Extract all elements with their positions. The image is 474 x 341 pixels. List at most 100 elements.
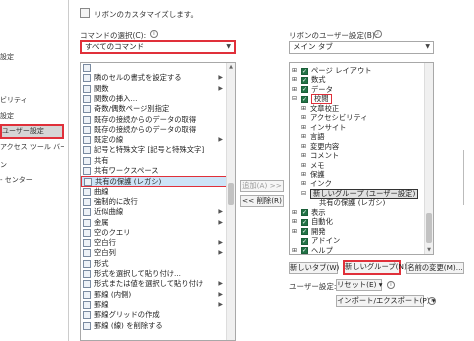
command-label: 関数の挿入...	[94, 93, 138, 103]
submenu-arrow-icon: ▶	[218, 136, 223, 144]
ribbon-tree[interactable]: ⊞ ✓ ページ レイアウト ⊞ ✓ 数式 ⊞ ✓ データ ⊟ ✓ 校閲 ⊞ 文章校正 ⊞ アクセシビリティ ⊞ イ…	[289, 62, 434, 255]
command-icon	[83, 208, 91, 217]
command-label: 空のクエリ	[94, 227, 131, 237]
command-item[interactable]: 強制的に改行	[81, 197, 235, 207]
command-item[interactable]: 形式	[81, 259, 235, 269]
command-item[interactable]: 記号と特殊文字 [記号と特殊文字]	[81, 145, 235, 155]
command-item[interactable]: 罫線 ▶	[81, 300, 235, 310]
command-label: 罫線	[94, 299, 109, 309]
ribbon-tree-scrollbar[interactable]: ▼	[424, 63, 433, 254]
sidebar-item-quick-access-toolbar[interactable]: アクセス ツール バー	[0, 142, 64, 153]
checkbox-checked[interactable]: ✓	[301, 237, 308, 245]
add-button[interactable]: 追加(A) >>	[240, 180, 284, 192]
commands-list[interactable]: 隣のセルの書式を設定する ▶ 関数 ▶ 関数の挿入... 奇数/偶数ページ別指定 既存の接続…	[80, 62, 236, 341]
command-icon	[83, 64, 91, 72]
command-item[interactable]: 近似曲線 ▶	[81, 207, 235, 217]
command-item[interactable]: 共有の保護 (レガシ)	[81, 176, 235, 187]
customize-ribbon-label: リボンのユーザー設定(B):	[289, 31, 378, 40]
sidebar-item-trust-center[interactable]: - センター	[0, 175, 64, 186]
command-item[interactable]: 共有	[81, 156, 235, 166]
user-settings-label: ユーザー設定:	[289, 282, 337, 291]
submenu-arrow-icon: ▶	[218, 290, 223, 298]
command-item[interactable]: 形式または値を選択して貼り付け ▶	[81, 279, 235, 289]
command-item[interactable]: 奇数/偶数ページ別指定	[81, 104, 235, 114]
command-label: 既存の接続からのデータの取得	[94, 124, 197, 134]
scroll-up-icon[interactable]: ▲	[227, 63, 235, 71]
scroll-thumb[interactable]	[426, 213, 432, 243]
sidebar-item-customize-ribbon[interactable]: ユーザー設定	[0, 124, 64, 139]
command-icon	[83, 228, 91, 237]
remove-button[interactable]: << 削除(R)	[240, 195, 284, 207]
submenu-arrow-icon: ▶	[218, 280, 223, 288]
command-icon	[83, 146, 91, 155]
checkbox-checked[interactable]: ✓	[301, 218, 308, 226]
command-icon	[83, 136, 91, 145]
command-item[interactable]: 曲線	[81, 187, 235, 197]
command-item[interactable]: 罫線 (線) を削除する	[81, 321, 235, 331]
sidebar-item-accessibility[interactable]: ビリティ	[0, 95, 64, 106]
submenu-arrow-icon: ▶	[218, 218, 223, 226]
submenu-arrow-icon: ▶	[218, 239, 223, 247]
rename-button[interactable]: 名前の変更(M)...	[406, 262, 464, 274]
command-item[interactable]: 空白列 ▶	[81, 248, 235, 258]
command-label: 既存の接続からのデータの取得	[94, 114, 197, 124]
command-item[interactable]	[81, 63, 235, 73]
command-label: 形式または値を選択して貼り付け	[94, 279, 204, 289]
checkbox-checked[interactable]: ✓	[301, 76, 308, 84]
command-icon	[84, 178, 92, 187]
info-icon: i	[387, 281, 395, 289]
command-item[interactable]: 金属 ▶	[81, 218, 235, 228]
command-item[interactable]: 隣のセルの書式を設定する ▶	[81, 73, 235, 83]
command-label: 形式	[94, 258, 109, 268]
command-item[interactable]: 関数 ▶	[81, 84, 235, 94]
command-item[interactable]: 共有ワークスペース	[81, 166, 235, 176]
checkbox-checked[interactable]: ✓	[301, 86, 308, 94]
command-item[interactable]: 罫線グリッドの作成	[81, 310, 235, 320]
sidebar-item-advanced[interactable]: 設定	[0, 111, 64, 122]
ribbon-tree-item[interactable]: ⊞ ✓ ヘルプ	[290, 246, 433, 254]
chevron-down-icon: ▼	[425, 43, 430, 50]
commands-source-dropdown[interactable]: すべてのコマンド ▼	[80, 40, 236, 54]
info-icon: i	[374, 30, 382, 38]
sidebar-item-addins[interactable]: ン	[0, 160, 64, 171]
command-item[interactable]: 関数の挿入...	[81, 94, 235, 104]
checkbox-checked[interactable]: ✓	[301, 67, 308, 75]
new-tab-button[interactable]: 新しいタブ(W)	[289, 262, 339, 274]
checkbox-checked[interactable]: ✓	[301, 228, 308, 236]
command-item[interactable]: 既存の接続からのデータの取得	[81, 115, 235, 125]
checkbox-checked[interactable]: ✓	[301, 247, 308, 254]
new-group-button[interactable]: 新しいグループ(N)	[343, 260, 407, 275]
command-icon	[83, 197, 91, 206]
command-icon	[83, 156, 91, 165]
scroll-down-icon[interactable]: ▼	[425, 246, 433, 254]
command-label: 奇数/偶数ページ別指定	[94, 104, 170, 114]
command-item[interactable]: 罫線 (内側) ▶	[81, 290, 235, 300]
sidebar-item-settings[interactable]: 設定	[0, 52, 64, 63]
command-icon	[83, 280, 91, 289]
chevron-down-icon: ▼	[226, 43, 231, 50]
command-icon	[83, 311, 91, 320]
command-item[interactable]: 空白行 ▶	[81, 238, 235, 248]
command-label: 罫線 (内側)	[94, 289, 132, 299]
command-icon	[83, 94, 91, 103]
ribbon-icon	[80, 8, 90, 18]
command-icon	[83, 115, 91, 124]
info-icon: i	[150, 30, 158, 38]
import-export-dropdown[interactable]: インポート/エクスポート(P) ▾	[336, 295, 436, 307]
command-label: 近似曲線	[94, 207, 124, 217]
command-icon	[83, 300, 91, 309]
checkbox-checked[interactable]: ✓	[301, 209, 308, 217]
checkbox-checked[interactable]: ✓	[301, 95, 308, 103]
reset-dropdown[interactable]: リセット(E) ▾	[336, 279, 382, 291]
command-label: 曲線	[94, 186, 109, 196]
command-item[interactable]: 既定の線 ▶	[81, 135, 235, 145]
command-item[interactable]: 形式を選択して貼り付け...	[81, 269, 235, 279]
info-icon: i	[428, 297, 436, 305]
ribbon-tabs-dropdown[interactable]: メイン タブ ▼	[289, 41, 434, 54]
command-item[interactable]: 空のクエリ	[81, 228, 235, 238]
commands-scrollbar[interactable]: ▲	[226, 63, 235, 340]
scroll-thumb[interactable]	[228, 183, 234, 205]
expand-icon[interactable]: ⊞	[292, 246, 297, 254]
command-icon	[83, 167, 91, 175]
command-item[interactable]: 既存の接続からのデータの取得	[81, 125, 235, 135]
